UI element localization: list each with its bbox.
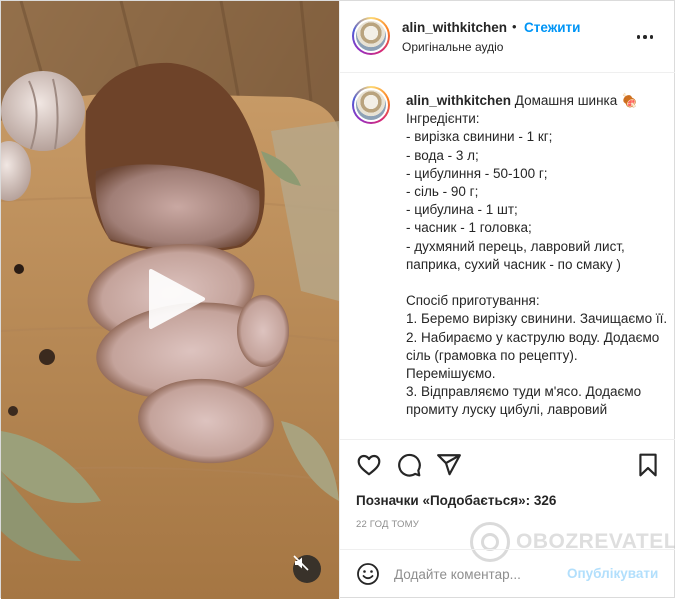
likes-count[interactable]: Позначки «Подобається»: 326 bbox=[356, 493, 556, 508]
play-icon bbox=[149, 269, 205, 329]
post-dialog: alin_withkitchen • Стежити Оригінальне а… bbox=[0, 0, 675, 599]
muted-speaker-icon bbox=[293, 555, 309, 571]
share-button[interactable] bbox=[436, 452, 462, 478]
caption-text: alin_withkitchen Домашня шинка 🍖 Інгреді… bbox=[406, 92, 668, 420]
avatar[interactable] bbox=[352, 17, 390, 55]
caption-avatar[interactable] bbox=[352, 86, 390, 124]
comment-input[interactable] bbox=[394, 564, 554, 584]
post-actions: Позначки «Подобається»: 326 22 ГОД ТОМУ … bbox=[340, 439, 675, 562]
save-button[interactable] bbox=[635, 452, 661, 478]
caption-username[interactable]: alin_withkitchen bbox=[406, 93, 511, 108]
separator-dot: • bbox=[512, 19, 517, 34]
mute-button[interactable] bbox=[293, 555, 321, 583]
more-options-button[interactable] bbox=[633, 25, 657, 49]
post-timestamp[interactable]: 22 ГОД ТОМУ bbox=[356, 519, 419, 530]
caption-body: Домашня шинка 🍖 Інгредієнти: - вирізка с… bbox=[406, 93, 668, 418]
comment-form: Опублікувати bbox=[340, 549, 675, 599]
audio-link[interactable]: Оригінальне аудіо bbox=[402, 40, 503, 54]
share-icon bbox=[437, 454, 461, 476]
caption-section: alin_withkitchen Домашня шинка 🍖 Інгреді… bbox=[340, 74, 675, 439]
emoji-button[interactable] bbox=[356, 562, 380, 586]
post-details-panel: alin_withkitchen • Стежити Оригінальне а… bbox=[339, 1, 675, 599]
post-header: alin_withkitchen • Стежити Оригінальне а… bbox=[340, 1, 675, 73]
author-username[interactable]: alin_withkitchen bbox=[402, 20, 507, 35]
follow-button[interactable]: Стежити bbox=[524, 20, 580, 35]
more-horizontal-icon bbox=[636, 35, 654, 39]
heart-icon bbox=[357, 454, 381, 476]
comment-icon bbox=[398, 453, 421, 477]
play-button[interactable] bbox=[137, 263, 209, 335]
smiley-icon bbox=[357, 563, 379, 585]
bookmark-icon bbox=[639, 453, 657, 477]
like-button[interactable] bbox=[356, 452, 382, 478]
post-video[interactable] bbox=[1, 1, 339, 599]
publish-button[interactable]: Опублікувати bbox=[567, 566, 658, 581]
comment-button[interactable] bbox=[396, 452, 422, 478]
